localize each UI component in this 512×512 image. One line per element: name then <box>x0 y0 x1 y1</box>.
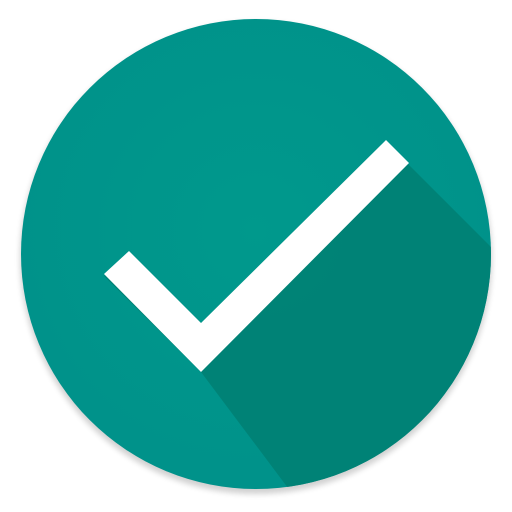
check-circle-icon <box>20 19 492 494</box>
app-icon <box>0 0 512 512</box>
